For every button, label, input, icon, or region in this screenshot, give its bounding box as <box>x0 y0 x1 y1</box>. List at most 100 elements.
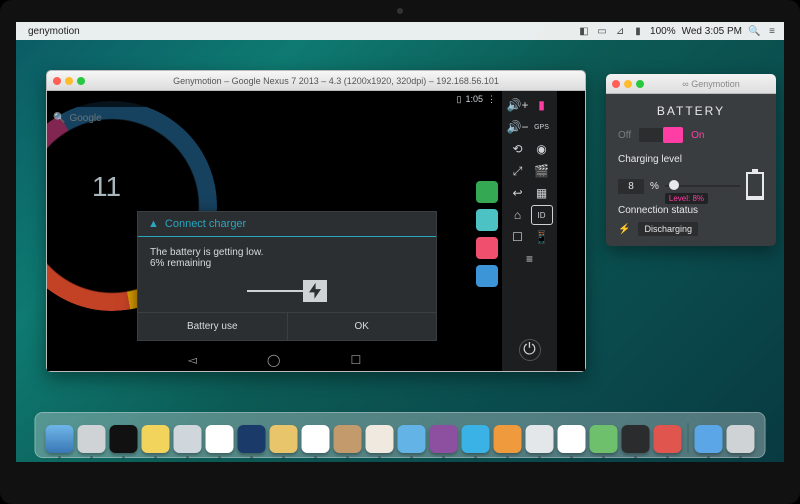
slider-tooltip: Level: 8% <box>665 193 708 204</box>
home-app-4[interactable] <box>476 265 498 287</box>
battery-use-button[interactable]: Battery use <box>138 313 288 340</box>
google-search-label: Google <box>69 113 101 124</box>
status-overflow-icon: ⋮ <box>487 94 496 105</box>
dialog-title: Connect charger <box>165 218 246 230</box>
pixel-perfect-button[interactable]: ▦ <box>531 183 553 203</box>
recent-apps-button[interactable]: ☐ <box>507 227 529 247</box>
dialog-line-2: 6% remaining <box>150 258 424 269</box>
dock-app-messages[interactable] <box>398 425 426 453</box>
spotlight-icon[interactable]: 🔍 <box>748 26 760 37</box>
back-button[interactable]: ↩ <box>507 183 529 203</box>
device-screen[interactable]: 11 🔍 Google ▯ 1:05 ⋮ <box>47 91 502 371</box>
nav-home-icon[interactable]: ◯ <box>267 353 280 367</box>
battery-minimize-button[interactable] <box>624 80 632 88</box>
nav-back-icon[interactable]: ◅ <box>188 353 197 367</box>
android-nav-bar: ◅ ◯ ☐ <box>47 349 502 371</box>
dock-app-calendar[interactable] <box>302 425 330 453</box>
dock-app-launchpad[interactable] <box>78 425 106 453</box>
notification-center-icon[interactable]: ≡ <box>766 26 778 37</box>
close-button[interactable] <box>53 77 61 85</box>
dock-app-itunes[interactable] <box>494 425 522 453</box>
percent-sign: % <box>650 181 659 192</box>
dock-app-chrome[interactable] <box>206 425 234 453</box>
home-app-1[interactable] <box>476 181 498 203</box>
emulator-control-panel: 🔊+ ▮ 🔊− GPS ⟲ ◉ ⤢ 🎬 <box>502 91 557 371</box>
battery-widget-button[interactable]: ▮ <box>531 95 553 115</box>
display-icon[interactable]: ▭ <box>596 26 608 37</box>
dialog-line-1: The battery is getting low. <box>150 247 424 258</box>
low-battery-dialog: ▲ Connect charger The battery is getting… <box>137 211 437 341</box>
dock-app-maps[interactable] <box>526 425 554 453</box>
battery-panel-titlebar[interactable]: ∞ Genymotion <box>606 74 776 94</box>
dock-app-contacts[interactable] <box>334 425 362 453</box>
battery-panel-window: ∞ Genymotion BATTERY Off On Charging lev… <box>606 74 776 246</box>
home-button[interactable]: ⌂ <box>507 205 529 225</box>
remote-button[interactable]: 📱 <box>531 227 553 247</box>
rotate-button[interactable]: ⟲ <box>507 139 529 159</box>
dock-trash[interactable] <box>727 425 755 453</box>
identifiers-button[interactable]: ID <box>531 205 553 225</box>
dock-app-skype[interactable] <box>462 425 490 453</box>
dock-app-finder[interactable] <box>46 425 74 453</box>
dock-app-photobooth[interactable] <box>430 425 458 453</box>
battery-close-button[interactable] <box>612 80 620 88</box>
minimize-button[interactable] <box>65 77 73 85</box>
active-app-name[interactable]: genymotion <box>28 26 80 37</box>
home-app-3[interactable] <box>476 237 498 259</box>
battery-level-icon <box>746 172 764 200</box>
dock-app-appstore[interactable] <box>695 425 723 453</box>
dock-app-reminders[interactable] <box>366 425 394 453</box>
google-search-widget[interactable]: 🔍 Google <box>53 113 102 124</box>
power-button[interactable]: ⏻ <box>519 339 541 361</box>
macos-dock <box>35 412 766 458</box>
wifi-icon[interactable]: ⊿ <box>614 26 626 37</box>
gps-button[interactable]: GPS <box>531 117 553 137</box>
ok-button[interactable]: OK <box>288 313 437 340</box>
battery-override-switch[interactable] <box>639 128 683 142</box>
battery-menu-icon[interactable]: ▮ <box>632 26 644 37</box>
dock-app-genymotion[interactable] <box>622 425 650 453</box>
charging-level-input[interactable] <box>618 179 644 194</box>
home-app-column <box>476 181 498 287</box>
emulator-window: Genymotion – Google Nexus 7 2013 – 4.3 (… <box>46 70 586 372</box>
clock-widget-time: 11 <box>92 171 121 203</box>
status-battery-icon: ▯ <box>457 94 462 105</box>
battery-zoom-button[interactable] <box>636 80 644 88</box>
screencast-button[interactable]: 🎬 <box>531 161 553 181</box>
switch-on-label: On <box>691 130 704 141</box>
battery-menu-pct: 100% <box>650 26 676 37</box>
connection-state-select[interactable]: Discharging <box>638 222 698 236</box>
emulator-titlebar[interactable]: Genymotion – Google Nexus 7 2013 – 4.3 (… <box>47 71 585 91</box>
menu-extra-icon[interactable]: ◧ <box>578 26 590 37</box>
dock-app-ibooks[interactable] <box>558 425 586 453</box>
emulator-title: Genymotion – Google Nexus 7 2013 – 4.3 (… <box>93 76 579 86</box>
nav-recent-icon[interactable]: ☐ <box>350 353 361 367</box>
android-status-bar[interactable]: ▯ 1:05 ⋮ <box>47 91 502 107</box>
charging-level-slider[interactable]: Level: 8% <box>665 171 740 201</box>
volume-down-button[interactable]: 🔊− <box>507 117 529 137</box>
webcam <box>397 8 403 14</box>
dock-app-safari[interactable] <box>174 425 202 453</box>
menubar-clock[interactable]: Wed 3:05 PM <box>682 26 742 37</box>
warning-icon: ▲ <box>148 218 159 230</box>
status-clock: 1:05 <box>465 94 483 104</box>
fullscreen-button[interactable]: ⤢ <box>507 161 529 181</box>
dock-app-virtualbox[interactable] <box>238 425 266 453</box>
home-app-2[interactable] <box>476 209 498 231</box>
battery-panel-title: ∞ Genymotion <box>652 79 770 89</box>
dock-app-terminal[interactable] <box>110 425 138 453</box>
switch-off-label: Off <box>618 130 631 141</box>
charger-plug-icon <box>150 279 424 302</box>
menu-button[interactable]: ≡ <box>519 249 541 269</box>
dock-separator <box>688 423 689 453</box>
charging-level-label: Charging level <box>618 154 764 165</box>
dock-app-facetime[interactable] <box>590 425 618 453</box>
dock-app-mail[interactable] <box>270 425 298 453</box>
dock-app-settings[interactable] <box>654 425 682 453</box>
camera-button[interactable]: ◉ <box>531 139 553 159</box>
volume-up-button[interactable]: 🔊+ <box>507 95 529 115</box>
battery-panel-header: BATTERY <box>618 104 764 118</box>
zoom-button[interactable] <box>77 77 85 85</box>
dock-app-notes[interactable] <box>142 425 170 453</box>
search-icon: 🔍 <box>53 113 65 124</box>
